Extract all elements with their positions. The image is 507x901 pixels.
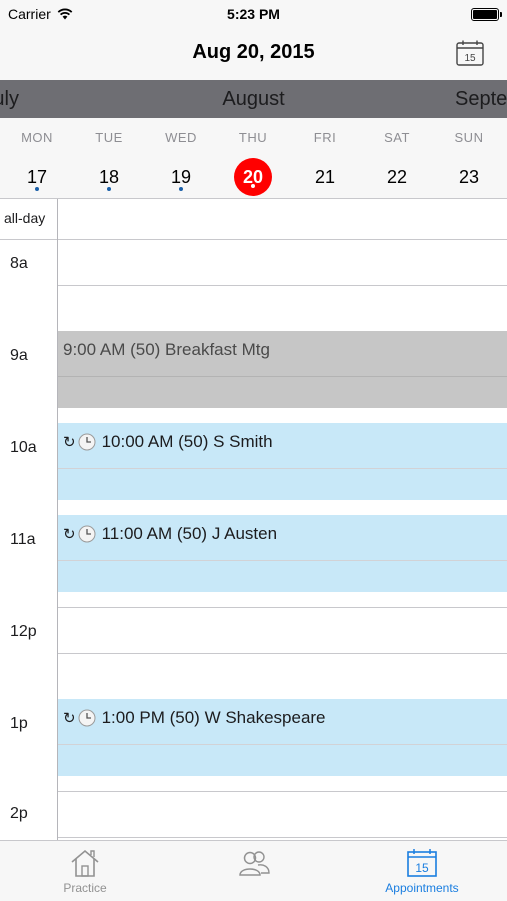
hour-line xyxy=(58,607,507,608)
clock-icon xyxy=(78,525,96,543)
event-title: 9:00 AM (50) Breakfast Mtg xyxy=(63,340,270,359)
hour-line xyxy=(58,791,507,792)
event-j-austen[interactable]: ↻ 11:00 AM (50) J Austen xyxy=(58,515,507,592)
hour-label: 2p xyxy=(10,805,28,822)
month-current: August xyxy=(222,88,285,110)
tab-bar: Practice 15 Appointments xyxy=(0,840,507,901)
tab-appointments[interactable]: 15 Appointments xyxy=(372,841,472,901)
clock-icon xyxy=(78,709,96,727)
day-fri[interactable]: FRI 21 xyxy=(289,118,361,198)
day-thu[interactable]: THU 20 xyxy=(217,118,289,198)
event-title: 10:00 AM (50) S Smith xyxy=(101,432,273,451)
day-name: WED xyxy=(165,130,197,145)
event-dot xyxy=(35,187,39,191)
hour-label: 8a xyxy=(10,255,28,272)
repeat-icon: ↻ xyxy=(63,710,76,727)
event-row: ↻ 1:00 PM (50) W Shakespeare xyxy=(63,708,326,728)
event-dot xyxy=(251,184,255,188)
month-strip[interactable]: July August September xyxy=(0,80,507,118)
half-hour-line xyxy=(58,653,507,654)
event-title: 11:00 AM (50) J Austen xyxy=(101,524,278,543)
event-half-line xyxy=(58,376,507,377)
day-number: 23 xyxy=(458,167,480,187)
svg-text:15: 15 xyxy=(415,861,429,875)
day-sat[interactable]: SAT 22 xyxy=(361,118,433,198)
day-wed[interactable]: WED 19 xyxy=(145,118,217,198)
event-half-line xyxy=(58,744,507,745)
event-w-shakespeare[interactable]: ↻ 1:00 PM (50) W Shakespeare xyxy=(58,699,507,776)
event-row: ↻ 11:00 AM (50) J Austen xyxy=(63,524,277,544)
time-column-divider xyxy=(57,199,58,840)
day-name: TUE xyxy=(95,130,123,145)
day-name: THU xyxy=(238,130,268,145)
day-name: FRI xyxy=(313,130,337,145)
event-title: 1:00 PM (50) W Shakespeare xyxy=(101,708,326,727)
hour-label: 10a xyxy=(10,439,37,456)
hour-label: 9a xyxy=(10,347,28,364)
event-dot xyxy=(179,187,183,191)
day-name: SAT xyxy=(384,130,410,145)
day-grid[interactable]: all-day 8a 9a 10a 11a 12p 1p 2p 9:00 AM … xyxy=(0,199,507,840)
allday-divider xyxy=(0,239,507,240)
page-title: Aug 20, 2015 xyxy=(192,41,315,63)
svg-text:15: 15 xyxy=(464,53,476,64)
hour-label: 11a xyxy=(10,531,36,548)
hour-label: 1p xyxy=(10,715,28,732)
event-dot xyxy=(107,187,111,191)
day-number: 22 xyxy=(386,167,408,187)
day-sun[interactable]: SUN 23 xyxy=(433,118,505,198)
status-time: 5:23 PM xyxy=(227,6,280,22)
event-row: ↻ 10:00 AM (50) S Smith xyxy=(63,432,273,452)
allday-label: all-day xyxy=(4,210,46,226)
tab-label: Appointments xyxy=(385,881,459,895)
hour-label: 12p xyxy=(10,623,37,640)
half-hour-line xyxy=(58,837,507,838)
status-bar: Carrier 5:23 PM xyxy=(0,0,507,28)
tab-people[interactable] xyxy=(204,841,304,901)
event-row: 9:00 AM (50) Breakfast Mtg xyxy=(63,340,270,360)
event-half-line xyxy=(58,468,507,469)
event-half-line xyxy=(58,560,507,561)
house-icon xyxy=(71,849,99,877)
tab-practice[interactable]: Practice xyxy=(35,841,135,901)
week-strip: MON 17 TUE 18 WED 19 THU 20 FRI 21 SAT 2… xyxy=(0,118,507,199)
repeat-icon: ↻ xyxy=(63,434,76,451)
day-mon[interactable]: MON 17 xyxy=(1,118,73,198)
day-tue[interactable]: TUE 18 xyxy=(73,118,145,198)
month-next[interactable]: September xyxy=(455,88,507,111)
day-name: MON xyxy=(21,130,53,145)
event-s-smith[interactable]: ↻ 10:00 AM (50) S Smith xyxy=(58,423,507,500)
half-hour-line xyxy=(58,285,507,286)
day-number-selected: 20 xyxy=(234,158,272,196)
calendar-today-button[interactable]: 15 xyxy=(455,39,485,67)
day-number: 21 xyxy=(314,167,336,187)
day-name: SUN xyxy=(454,130,484,145)
people-icon xyxy=(239,851,270,876)
tab-label: Practice xyxy=(63,881,107,895)
battery-icon xyxy=(471,8,502,21)
event-breakfast-mtg[interactable]: 9:00 AM (50) Breakfast Mtg xyxy=(58,331,507,408)
repeat-icon: ↻ xyxy=(63,526,76,543)
calendar-icon: 15 xyxy=(407,849,437,877)
clock-icon xyxy=(78,433,96,451)
nav-bar: Aug 20, 2015 15 xyxy=(0,28,507,80)
